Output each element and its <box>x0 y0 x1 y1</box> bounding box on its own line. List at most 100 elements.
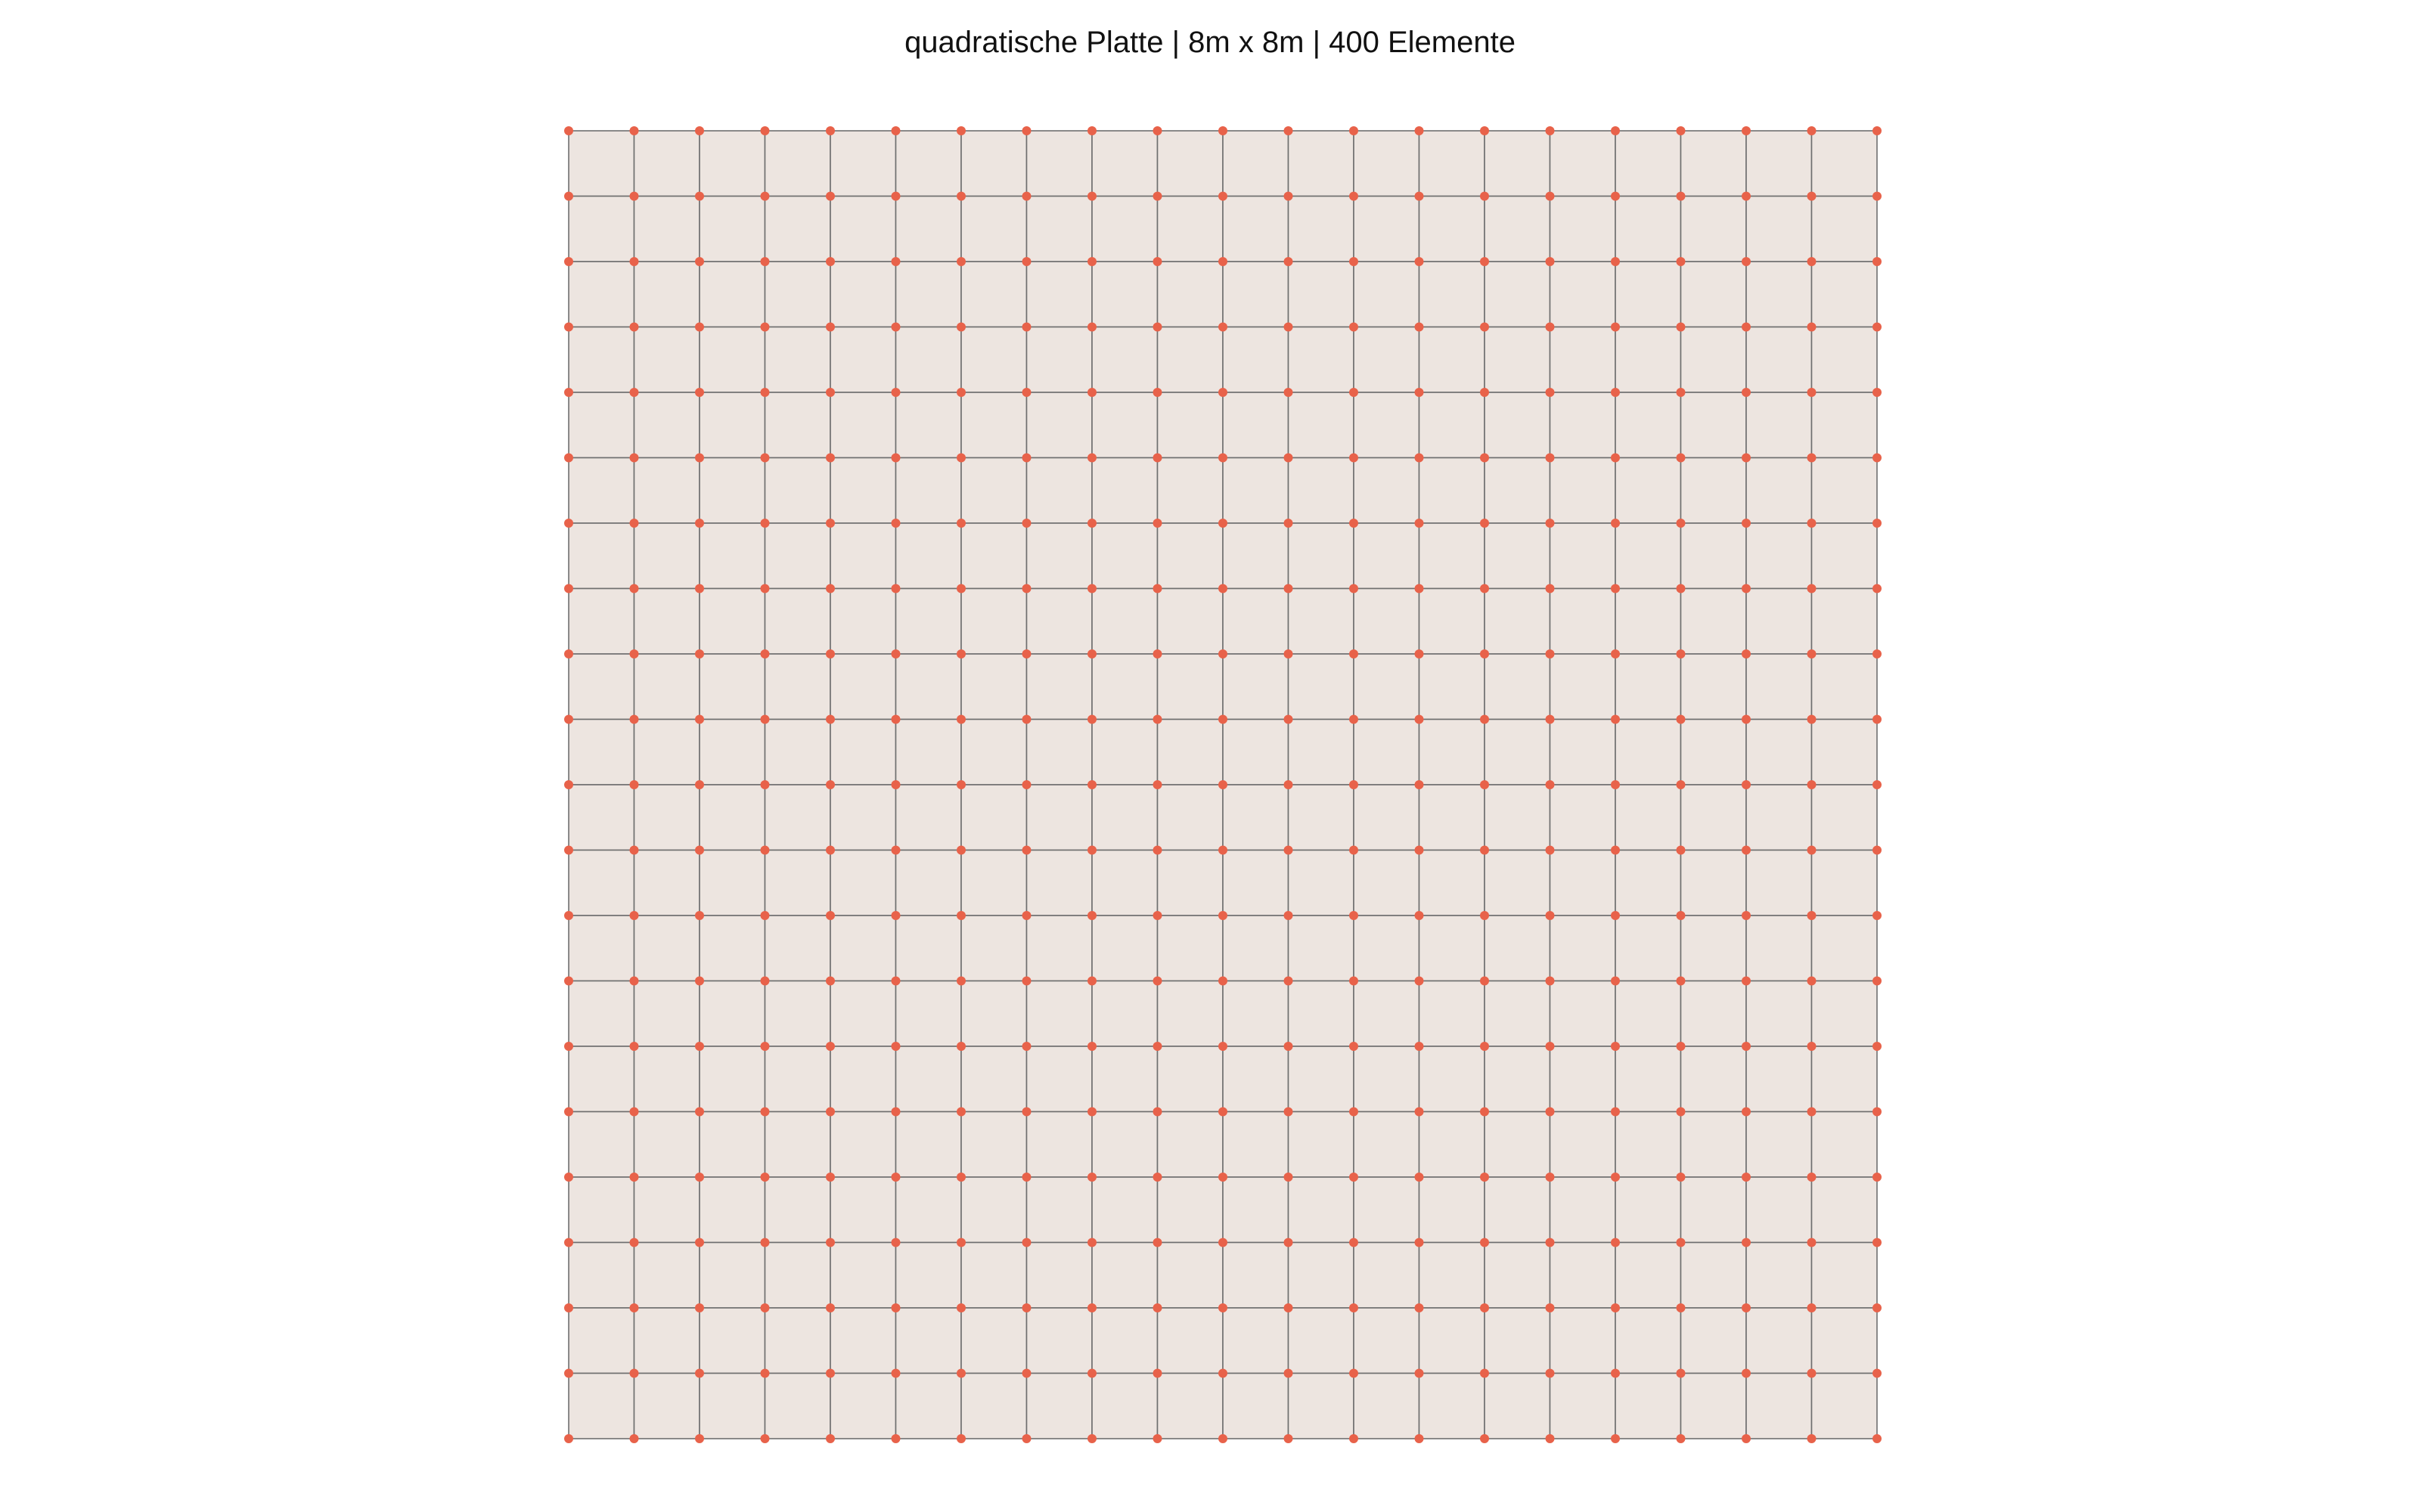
mesh-element <box>1091 195 1159 262</box>
mesh-node <box>826 976 835 986</box>
mesh-node <box>1807 1238 1817 1247</box>
mesh-node <box>1349 519 1358 528</box>
mesh-element <box>1222 457 1289 524</box>
mesh-node <box>1153 322 1162 332</box>
mesh-element <box>568 261 635 328</box>
mesh-node <box>1872 1434 1882 1443</box>
mesh-element <box>1745 261 1813 328</box>
mesh-node <box>1807 845 1817 855</box>
mesh-node <box>1872 126 1882 135</box>
mesh-element <box>1549 326 1616 393</box>
mesh-element <box>1745 980 1813 1047</box>
mesh-element <box>1549 653 1616 720</box>
mesh-element <box>960 980 1028 1047</box>
mesh-element <box>1091 1046 1159 1113</box>
mesh-node <box>1676 1173 1686 1182</box>
mesh-element <box>1091 587 1159 655</box>
mesh-element <box>830 326 897 393</box>
mesh-node <box>891 1238 901 1247</box>
mesh-node <box>564 126 573 135</box>
mesh-element <box>1025 1372 1093 1439</box>
mesh-node <box>1283 1173 1293 1182</box>
mesh-node <box>1283 584 1293 593</box>
mesh-node <box>1087 1238 1097 1247</box>
mesh-node <box>629 257 639 266</box>
mesh-element <box>699 326 766 393</box>
mesh-element <box>1222 522 1289 590</box>
mesh-node <box>1545 1303 1555 1312</box>
mesh-node <box>957 1368 966 1378</box>
mesh-element <box>1680 980 1747 1047</box>
mesh-node <box>1414 322 1424 332</box>
mesh-element <box>568 1241 635 1309</box>
mesh-node <box>1742 519 1751 528</box>
mesh-element <box>1549 457 1616 524</box>
mesh-node <box>695 388 704 397</box>
mesh-node <box>760 911 770 920</box>
mesh-element <box>960 784 1028 851</box>
mesh-element <box>1025 522 1093 590</box>
mesh-element <box>568 1307 635 1374</box>
mesh-node <box>1742 126 1751 135</box>
mesh-element <box>568 1046 635 1113</box>
mesh-node <box>826 1434 835 1443</box>
mesh-node <box>1807 1434 1817 1443</box>
mesh-node <box>1414 845 1424 855</box>
mesh-element <box>895 1111 962 1178</box>
mesh-element <box>1156 1176 1224 1244</box>
mesh-node <box>1545 1107 1555 1117</box>
mesh-node <box>1480 1368 1489 1378</box>
mesh-element <box>1156 653 1224 720</box>
mesh-element <box>1810 326 1878 393</box>
mesh-element <box>1418 1307 1485 1374</box>
mesh-node <box>1611 780 1620 789</box>
mesh-node <box>826 453 835 463</box>
mesh-element <box>699 1046 766 1113</box>
mesh-element <box>633 1111 700 1178</box>
mesh-element <box>830 915 897 982</box>
mesh-node <box>760 388 770 397</box>
mesh-node <box>1742 1107 1751 1117</box>
mesh-element <box>1091 522 1159 590</box>
figure-page: quadratische Platte | 8m x 8m | 400 Elem… <box>0 0 2420 1512</box>
mesh-node <box>1022 649 1032 658</box>
mesh-element <box>1287 718 1354 785</box>
mesh-element <box>633 130 700 197</box>
mesh-element <box>633 587 700 655</box>
mesh-node <box>1480 257 1489 266</box>
mesh-element <box>1353 980 1420 1047</box>
mesh-node <box>1283 1434 1293 1443</box>
mesh-node <box>826 191 835 201</box>
mesh-element <box>1745 653 1813 720</box>
mesh-node <box>1480 1042 1489 1051</box>
mesh-node <box>760 257 770 266</box>
mesh-element <box>1353 653 1420 720</box>
mesh-element <box>1484 1046 1551 1113</box>
mesh-element <box>1287 587 1354 655</box>
mesh-element <box>1745 392 1813 459</box>
mesh-node <box>1742 453 1751 463</box>
mesh-element <box>1025 1111 1093 1178</box>
mesh-node <box>1676 584 1686 593</box>
mesh-node <box>891 911 901 920</box>
mesh-element <box>633 1307 700 1374</box>
mesh-element <box>568 1176 635 1244</box>
mesh-element <box>1353 326 1420 393</box>
mesh-node <box>826 584 835 593</box>
mesh-node <box>629 519 639 528</box>
mesh-element <box>960 326 1028 393</box>
mesh-nodes <box>564 126 1882 1443</box>
mesh-element <box>1025 392 1093 459</box>
mesh-node <box>1022 1238 1032 1247</box>
mesh-node <box>1742 1238 1751 1247</box>
mesh-element <box>568 653 635 720</box>
mesh-node <box>629 1042 639 1051</box>
mesh-element <box>895 1176 962 1244</box>
mesh-node <box>957 257 966 266</box>
mesh-node <box>826 780 835 789</box>
mesh-node <box>1283 191 1293 201</box>
mesh-node <box>826 322 835 332</box>
mesh-node <box>564 1238 573 1247</box>
mesh-element <box>568 522 635 590</box>
mesh-node <box>1087 780 1097 789</box>
